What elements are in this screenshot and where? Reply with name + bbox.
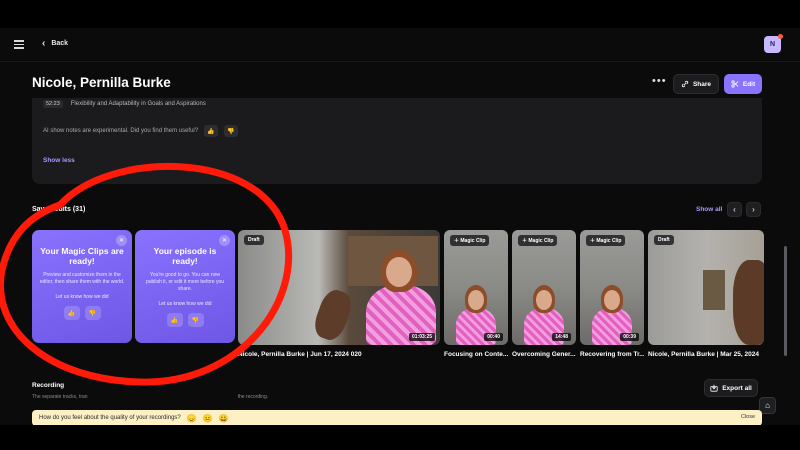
thumbs-down-icon[interactable]: 👎 — [187, 313, 204, 327]
episode-ready-promo-card: ✕ Your episode is ready! You're good to … — [135, 230, 235, 343]
blurred-hand — [310, 286, 356, 344]
app-window: ‹ Back N Nicole, Pernilla Burke ••• Shar… — [0, 28, 800, 425]
page-title: Nicole, Pernilla Burke — [32, 75, 171, 90]
back-button[interactable]: ‹ Back — [42, 38, 68, 49]
clip-thumbnail — [512, 230, 576, 345]
person-face — [468, 290, 484, 310]
scissors-icon — [731, 80, 739, 88]
thumbs-up-icon[interactable]: 👍 — [204, 125, 219, 137]
thumbs-down-icon[interactable]: 👎 — [224, 125, 239, 137]
saved-edits-heading: Saved edits (31) — [32, 206, 86, 213]
chevron-left-icon: ‹ — [42, 38, 46, 49]
clip-badge: Draft — [654, 235, 674, 245]
chevron-left-icon[interactable]: ‹ — [727, 202, 742, 217]
promo-title: Your Magic Clips are ready! — [40, 246, 124, 266]
chapter-timestamp: 52:23 — [43, 100, 63, 108]
blurred-hand — [733, 260, 764, 345]
promo-feedback-label: Let us know how we did — [158, 301, 212, 307]
person-face — [604, 290, 620, 310]
close-icon[interactable]: ✕ — [116, 235, 127, 246]
scrollbar[interactable] — [784, 246, 787, 356]
chapter-row[interactable]: 52:23 Flexibility and Adaptability in Go… — [43, 100, 206, 108]
neutral-emoji-icon[interactable]: 😐 — [203, 414, 213, 423]
export-all-button[interactable]: Export all — [704, 379, 758, 397]
show-less-link[interactable]: Show less — [43, 157, 75, 164]
clip-card[interactable]: Draft — [648, 230, 764, 345]
chapter-title: Flexibility and Adaptability in Goals an… — [70, 101, 206, 107]
close-icon[interactable]: ✕ — [219, 235, 230, 246]
clip-thumbnail — [238, 230, 440, 345]
avatar[interactable]: N — [764, 34, 783, 53]
promo-body: You're good to go. You can now publish i… — [145, 272, 225, 292]
clip-card[interactable]: ＋ Magic Clip 14:48 — [512, 230, 576, 345]
survey-banner: How do you feel about the quality of you… — [32, 410, 762, 425]
promo-title: Your episode is ready! — [153, 246, 217, 266]
top-bar: ‹ Back N — [0, 28, 800, 62]
clip-badge: ＋ Magic Clip — [518, 235, 558, 246]
export-icon — [710, 384, 718, 392]
more-options-button[interactable]: ••• — [652, 75, 667, 87]
survey-close-button[interactable]: Close — [741, 414, 755, 420]
clip-title[interactable]: Focusing on Conte... — [444, 351, 508, 358]
ai-feedback-question: AI show notes are experimental. Did you … — [43, 128, 199, 134]
sad-emoji-icon[interactable]: 😞 — [187, 414, 197, 423]
magic-clips-promo-card: ✕ Your Magic Clips are ready! Preview an… — [32, 230, 132, 343]
export-all-label: Export all — [722, 384, 752, 392]
person-face — [536, 290, 552, 310]
wall-frame — [703, 270, 725, 310]
back-label: Back — [51, 40, 69, 47]
notification-dot — [778, 34, 783, 39]
clip-title[interactable]: Overcoming Gener... — [512, 351, 576, 358]
clip-card[interactable]: ＋ Magic Clip 00:39 — [580, 230, 644, 345]
clip-title[interactable]: Nicole, Pernilla Burke | Jun 17, 2024 02… — [238, 351, 440, 358]
promo-body: Preview and customize them in the editor… — [39, 272, 125, 285]
chevron-right-icon[interactable]: › — [746, 202, 761, 217]
survey-question: How do you feel about the quality of you… — [39, 415, 181, 421]
clip-badge: ＋ Magic Clip — [450, 235, 490, 246]
clip-duration: 00:39 — [620, 333, 639, 341]
clip-duration: 01:03:25 — [408, 333, 435, 341]
thumbs-down-icon[interactable]: 👎 — [84, 306, 101, 320]
ai-feedback-row: AI show notes are experimental. Did you … — [43, 125, 239, 137]
clip-thumbnail — [580, 230, 644, 345]
link-icon — [681, 80, 689, 88]
avatar-initial: N — [769, 41, 776, 48]
share-label: Share — [692, 80, 712, 88]
promo-feedback-label: Let us know how we did — [55, 294, 109, 300]
clip-title[interactable]: Recovering from Tr... — [580, 351, 644, 358]
clip-duration: 14:48 — [552, 333, 571, 341]
recordings-heading: Recording — [32, 382, 65, 389]
clip-badge: Draft — [244, 235, 264, 245]
clip-duration: 00:40 — [484, 333, 503, 341]
clip-title[interactable]: Nicole, Pernilla Burke | Mar 25, 2024 — [648, 351, 764, 358]
happy-emoji-icon[interactable]: 😀 — [219, 414, 229, 423]
clip-badge: ＋ Magic Clip — [586, 235, 626, 246]
clip-thumbnail — [444, 230, 508, 345]
show-notes-panel: 52:23 Flexibility and Adaptability in Go… — [32, 98, 762, 184]
recordings-subtitle: The separate tracks, tran the recording. — [32, 394, 269, 400]
share-button[interactable]: Share — [673, 74, 719, 94]
clip-thumbnail — [648, 230, 764, 345]
clip-card[interactable]: Draft 01:03:25 — [238, 230, 440, 345]
edit-button[interactable]: Edit — [724, 74, 762, 94]
thumbs-up-icon[interactable]: 👍 — [63, 306, 80, 320]
thumbs-up-icon[interactable]: 👍 — [166, 313, 183, 327]
person-face — [386, 257, 412, 287]
clip-card[interactable]: ＋ Magic Clip 00:40 — [444, 230, 508, 345]
edit-label: Edit — [742, 80, 756, 88]
menu-icon[interactable] — [14, 40, 24, 49]
show-all-link[interactable]: Show all — [696, 206, 722, 213]
